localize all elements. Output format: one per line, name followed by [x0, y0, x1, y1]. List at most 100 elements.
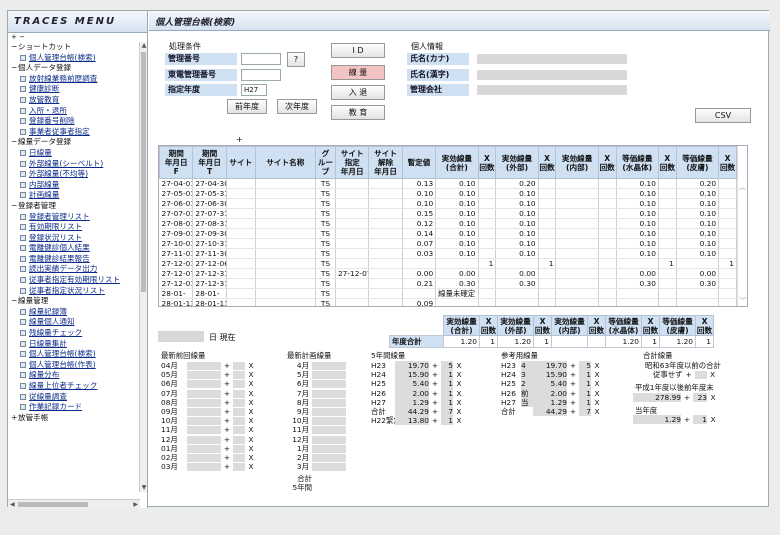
table-row[interactable]: 27-06-01 27-06-30 TS 0.10 0.10 0.10 0.10 0.10	[159, 198, 737, 209]
table-cell	[226, 238, 256, 249]
grid-scrollbar[interactable]: ︿ ﹀	[737, 146, 747, 306]
table-row[interactable]: 27-07-01 27-07-31 TS 0.15 0.10 0.10 0.10 0.10	[159, 208, 737, 219]
menu-item-label: 登録番号削除	[29, 116, 75, 126]
table-row[interactable]: 28-01- 28-01- TS 線量未確定	[159, 288, 737, 299]
scroll-up-icon[interactable]: ▲	[140, 42, 148, 50]
menu-item[interactable]: 電離健診結果報告	[8, 254, 140, 265]
menu-item[interactable]: 計画線量	[8, 190, 140, 201]
table-row[interactable]: 27-05-01 27-05-31 TS 0.10 0.10 0.10 0.10 0.10	[159, 188, 737, 199]
panel-text: 1	[441, 388, 453, 398]
menu-group[interactable]: −ショートカット	[8, 42, 140, 53]
menu-item[interactable]: 電離健診個人結果	[8, 243, 140, 254]
menu-item[interactable]: 個人管理台帳(検索)	[8, 349, 140, 360]
grid-scroll-up-icon[interactable]: ︿	[739, 182, 746, 192]
todenko-number-input[interactable]	[241, 69, 281, 81]
menu-item[interactable]: 残線量チェック	[8, 328, 140, 339]
menu-item[interactable]: 登録状況リスト	[8, 233, 140, 244]
menu-item[interactable]: 事業者従事者指定	[8, 127, 140, 138]
panel-text: 2	[521, 379, 533, 389]
table-cell	[658, 228, 677, 239]
menu-item[interactable]: 登録者管理リスト	[8, 212, 140, 223]
month-label: 03月	[161, 462, 178, 472]
menu-item[interactable]: 個人管理台帳(検索)	[8, 53, 140, 64]
menu-group[interactable]: −個人データ登録	[8, 63, 140, 74]
menu-item[interactable]: 健康診断	[8, 84, 140, 95]
total-dose-title: 合計線量	[643, 351, 673, 360]
expander-icon[interactable]: −	[11, 201, 18, 212]
table-row[interactable]: 27-08-01 27-08-31 TS 0.12 0.10 0.10 0.10 0.10	[159, 218, 737, 229]
nendo-input[interactable]: H27	[241, 84, 267, 96]
table-cell	[598, 178, 617, 189]
panel-text: H22緊急	[371, 416, 401, 426]
scroll-down-icon[interactable]: ▼	[140, 484, 148, 492]
menu-group[interactable]: −線量データ登録	[8, 137, 140, 148]
menu-item[interactable]: 日線量集計	[8, 339, 140, 350]
expander-icon[interactable]: −	[11, 137, 18, 148]
scroll-left-icon[interactable]: ◀	[10, 500, 15, 509]
table-cell: 27-12-07	[335, 268, 370, 279]
table-cell	[255, 248, 316, 259]
prev-year-button[interactable]: 前年度	[227, 99, 267, 114]
menu-item[interactable]: 入所・退所	[8, 106, 140, 117]
expander-icon[interactable]: +	[11, 413, 18, 424]
expand-collapse-controls[interactable]: + −	[8, 33, 147, 41]
expander-icon[interactable]: −	[11, 296, 18, 307]
csv-button[interactable]: CSV	[695, 108, 751, 123]
menu-item[interactable]: 線量上位者チェック	[8, 381, 140, 392]
menu-item[interactable]: 線量記録簿	[8, 307, 140, 318]
expander-icon[interactable]: −	[11, 42, 18, 53]
next-year-button[interactable]: 次年度	[277, 99, 317, 114]
kanri-number-input[interactable]	[241, 53, 281, 65]
scroll-right-icon[interactable]: ▶	[133, 500, 138, 509]
dose-button[interactable]: 線 量	[331, 65, 385, 80]
table-cell: 0.15	[402, 208, 437, 219]
menu-item[interactable]: 内部線量	[8, 180, 140, 191]
table-row[interactable]: 28-01-13 28-01-13 TS 0.09	[159, 298, 737, 306]
table-cell: 0.21	[402, 278, 437, 289]
table-row[interactable]: 27-12-01 27-12-06 TS 1 1 1 1	[159, 258, 737, 269]
menu-group[interactable]: −登録者管理	[8, 201, 140, 212]
table-cell	[255, 218, 316, 229]
table-cell: TS	[315, 238, 336, 249]
menu-group[interactable]: +放管手帳	[8, 413, 140, 424]
menu-item[interactable]: 外部線量(シーベルト)	[8, 159, 140, 170]
menu-item[interactable]: 線量個人通知	[8, 317, 140, 328]
menu-item[interactable]: 従事者指定状況リスト	[8, 286, 140, 297]
table-cell: 0.10	[435, 238, 479, 249]
sidebar-horizontal-scrollbar[interactable]: ◀ ▶	[8, 499, 140, 508]
menu-item[interactable]: 放管教育	[8, 95, 140, 106]
menu-item[interactable]: 個人管理台帳(作表)	[8, 360, 140, 371]
table-cell	[555, 288, 599, 299]
menu-item[interactable]: 作業記録カード	[8, 402, 140, 413]
menu-item[interactable]: 従事者指定有効期限リスト	[8, 275, 140, 286]
table-row[interactable]: 27-12-01 27-12-31 TS 0.21 0.30 0.30 0.30 0.30	[159, 278, 737, 289]
menu-item[interactable]: 線量分布	[8, 370, 140, 381]
panel-text: +	[569, 370, 577, 380]
menu-item[interactable]: 従線量調査	[8, 392, 140, 403]
id-button[interactable]: I D	[331, 43, 385, 58]
table-row[interactable]: 27-10-01 27-10-31 TS 0.07 0.10 0.10 0.10 0.10	[159, 238, 737, 249]
menu-item[interactable]: 放射線業務前歴調査	[8, 74, 140, 85]
table-row[interactable]: 27-09-01 27-09-30 TS 0.14 0.10 0.10 0.10 0.10	[159, 228, 737, 239]
hscroll-thumb[interactable]	[18, 502, 88, 507]
table-row[interactable]: 27-11-01 27-11-30 TS 0.03 0.10 0.10 0.10 0.10	[159, 248, 737, 259]
menu-item[interactable]: 有効期限リスト	[8, 222, 140, 233]
menu-item[interactable]: 外部線量(不均等)	[8, 169, 140, 180]
table-cell: 27-12-01	[159, 278, 194, 289]
grid-expand-icon[interactable]: +	[236, 135, 243, 144]
scroll-thumb[interactable]	[141, 52, 146, 292]
table-row[interactable]: 27-12-07 27-12-31 TS 27-12-07 0.00 0.00 0.00 0.…	[159, 268, 737, 279]
table-row[interactable]: 27-04-01 27-04-30 TS 0.13 0.10 0.20 0.10 0.20	[159, 178, 737, 189]
column-header: X 回数	[718, 146, 737, 179]
grid-scroll-down-icon[interactable]: ﹀	[739, 296, 746, 306]
menu-item[interactable]: 登録番号削除	[8, 116, 140, 127]
menu-item[interactable]: 日線量	[8, 148, 140, 159]
sidebar-vertical-scrollbar[interactable]: ▲ ▼	[139, 42, 147, 492]
entry-exit-button[interactable]: 入 退	[331, 85, 385, 100]
lookup-button[interactable]: ?	[287, 52, 305, 67]
education-button[interactable]: 教 育	[331, 105, 385, 120]
expander-icon[interactable]: −	[11, 63, 18, 74]
menu-item[interactable]: 読出実績データ出力	[8, 264, 140, 275]
menu-group[interactable]: −線量管理	[8, 296, 140, 307]
table-cell: TS	[315, 228, 336, 239]
